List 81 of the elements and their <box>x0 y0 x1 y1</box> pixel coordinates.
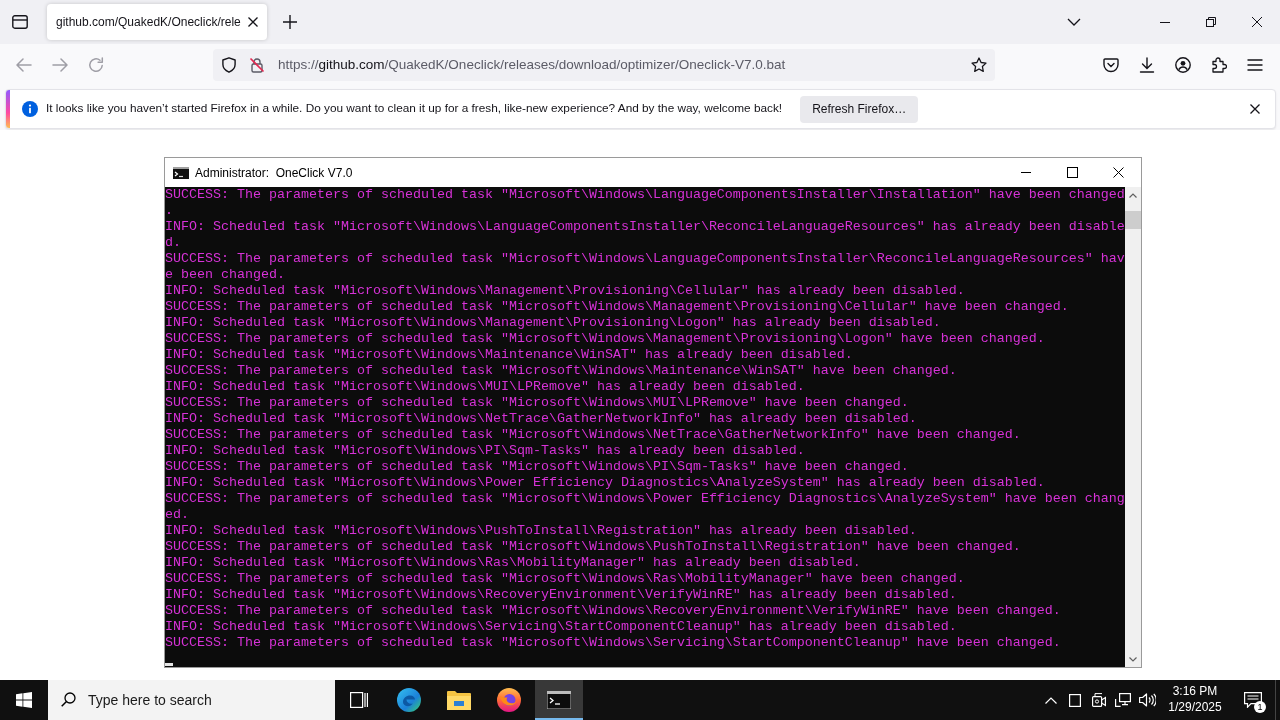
console-line: SUCCESS: The parameters of scheduled task "Microsoft\Windows\Management\Provisioning\Logon" have been changed. <box>165 331 1046 347</box>
console-line: INFO: Scheduled task "Microsoft\Windows\LanguageComponentsInstaller\ReconcileLanguageResources" has already been disable <box>165 219 1125 235</box>
network-icon <box>1115 693 1131 707</box>
tab-list-icon <box>12 15 28 29</box>
camera-icon <box>1092 693 1106 707</box>
back-arrow-icon <box>16 58 32 72</box>
console-line: INFO: Scheduled task "Microsoft\Windows\Maintenance\WinSAT" has already been disabled. <box>165 347 854 363</box>
address-field[interactable]: https://github.com/QuakedK/Oneclick/releases/download/optimizer/Oneclick-V7.0.bat <box>213 49 995 81</box>
chevron-up-icon <box>1129 192 1137 198</box>
scrollbar-track[interactable] <box>1125 187 1141 667</box>
console-line: SUCCESS: The parameters of scheduled task "Microsoft\Windows\MUI\LPRemove" have been changed. <box>165 395 910 411</box>
console-line: . <box>165 203 174 219</box>
console-line: INFO: Scheduled task "Microsoft\Windows\Management\Provisioning\Logon" has already been disabled. <box>165 315 942 331</box>
speaker-icon <box>1138 693 1156 707</box>
console-line: INFO: Scheduled task "Microsoft\Windows\Ras\MobilityManager" has already been disabled. <box>165 555 862 571</box>
console-line: SUCCESS: The parameters of scheduled task "Microsoft\Windows\Management\Provisioning\Cellular" have been changed. <box>165 299 1070 315</box>
maximize-icon <box>1066 167 1078 178</box>
swirl-icon <box>397 688 421 712</box>
console-line: INFO: Scheduled task "Microsoft\Windows\Management\Provisioning\Cellular" has already been disabled. <box>165 283 966 299</box>
terminal-icon <box>547 691 571 709</box>
terminal-icon <box>173 166 189 179</box>
refresh-firefox-button[interactable]: Refresh Firefox… <box>800 95 919 123</box>
console-line: SUCCESS: The parameters of scheduled task "Microsoft\Windows\LanguageComponentsInstaller\ReconcileLanguageResources" hav <box>165 251 1125 267</box>
minimize-icon <box>1160 21 1170 23</box>
account-icon <box>1175 57 1191 73</box>
restore-icon <box>1206 17 1216 27</box>
console-line: INFO: Scheduled task "Microsoft\Windows\Power Efficiency Diagnostics\AnalyzeSystem" has already been disabled. <box>165 475 1046 491</box>
chevron-up-icon <box>1045 696 1057 704</box>
minimize-icon <box>1021 172 1031 173</box>
info-icon <box>22 101 38 117</box>
reload-icon <box>88 57 104 73</box>
folder-icon <box>447 690 471 710</box>
close-icon <box>247 17 258 27</box>
chevron-down-icon <box>1067 18 1081 26</box>
close-icon <box>1250 104 1260 114</box>
plus-icon <box>283 15 297 29</box>
console-line: SUCCESS: The parameters of scheduled task "Microsoft\Windows\PI\Sqm-Tasks" have been changed. <box>165 459 910 475</box>
lock-slash-icon[interactable] <box>249 57 265 73</box>
notification-icon <box>1244 692 1262 708</box>
chevron-down-icon <box>1129 656 1137 662</box>
puzzle-icon <box>1211 57 1227 73</box>
browser-tab[interactable]: github.com/QuakedK/Oneclick/rele <box>47 4 267 40</box>
console-line: SUCCESS: The parameters of scheduled task "Microsoft\Windows\Maintenance\WinSAT" have been changed. <box>165 363 958 379</box>
console-line: SUCCESS: The parameters of scheduled task "Microsoft\Windows\Servicing\StartComponentCleanup" have been changed. <box>165 635 1062 651</box>
taskbar-app-button[interactable] <box>535 680 583 720</box>
console-line: SUCCESS: The parameters of scheduled task "Microsoft\Windows\LanguageComponentsInstaller\Installation" have been changed <box>165 187 1125 203</box>
windows-logo-icon <box>16 692 32 708</box>
search-field[interactable]: Type here to search <box>48 680 335 720</box>
download-icon <box>1139 57 1155 73</box>
console-line: INFO: Scheduled task "Microsoft\Windows\PushToInstall\Registration" has already been disabled. <box>165 523 918 539</box>
console-line: e been changed. <box>165 267 286 283</box>
console-line: ed. <box>165 507 190 523</box>
console-line: INFO: Scheduled task "Microsoft\Windows\RecoveryEnvironment\VerifyWinRE" has already been disabled. <box>165 587 958 603</box>
console-line: SUCCESS: The parameters of scheduled task "Microsoft\Windows\NetTrace\GatherNetworkInfo" have been changed. <box>165 427 1022 443</box>
console-line: SUCCESS: The parameters of scheduled task "Microsoft\Windows\RecoveryEnvironment\VerifyWinRE" have been changed. <box>165 603 1062 619</box>
close-icon <box>1252 17 1262 27</box>
notification-message: It looks like you haven’t started Firefox in a while. Do you want to clean it up for a fresh, like-new experience? And by the way, welcome back! <box>46 100 783 118</box>
console-line: SUCCESS: The parameters of scheduled task "Microsoft\Windows\Ras\MobilityManager" have been changed. <box>165 571 966 587</box>
search-icon <box>61 692 76 707</box>
console-line: INFO: Scheduled task "Microsoft\Windows\NetTrace\GatherNetworkInfo" has already been disabled. <box>165 411 918 427</box>
console-line: INFO: Scheduled task "Microsoft\Windows\Servicing\StartComponentCleanup" has already been disabled. <box>165 619 958 635</box>
clock[interactable]: 3:16 PM 1/29/2025 <box>1159 680 1231 720</box>
console-line: INFO: Scheduled task "Microsoft\Windows\PI\Sqm-Tasks" has already been disabled. <box>165 443 806 459</box>
star-icon[interactable] <box>971 57 987 73</box>
scrollbar-thumb[interactable] <box>1125 211 1141 229</box>
shield-icon[interactable] <box>222 57 236 73</box>
console-line: INFO: Scheduled task "Microsoft\Windows\MUI\LPRemove" has already been disabled. <box>165 379 806 395</box>
flame-globe-icon <box>497 688 521 712</box>
cursor-icon <box>165 663 173 666</box>
menu-icon <box>1247 59 1263 71</box>
console-line: d. <box>165 235 182 251</box>
task-view-icon <box>350 692 368 708</box>
notification-count-badge: 1 <box>1254 701 1266 713</box>
square-icon <box>1069 693 1081 707</box>
close-icon <box>1112 167 1124 178</box>
pocket-icon <box>1103 57 1119 73</box>
forward-arrow-icon <box>52 58 68 72</box>
action-center-button[interactable]: 1 <box>1231 680 1275 720</box>
console-line: SUCCESS: The parameters of scheduled task "Microsoft\Windows\Power Efficiency Diagnostics\AnalyzeSystem" have been chang <box>165 491 1125 507</box>
console-line: SUCCESS: The parameters of scheduled task "Microsoft\Windows\PushToInstall\Registration" have been changed. <box>165 539 1022 555</box>
window-title: Administrator: OneClick V7.0 <box>195 164 353 182</box>
